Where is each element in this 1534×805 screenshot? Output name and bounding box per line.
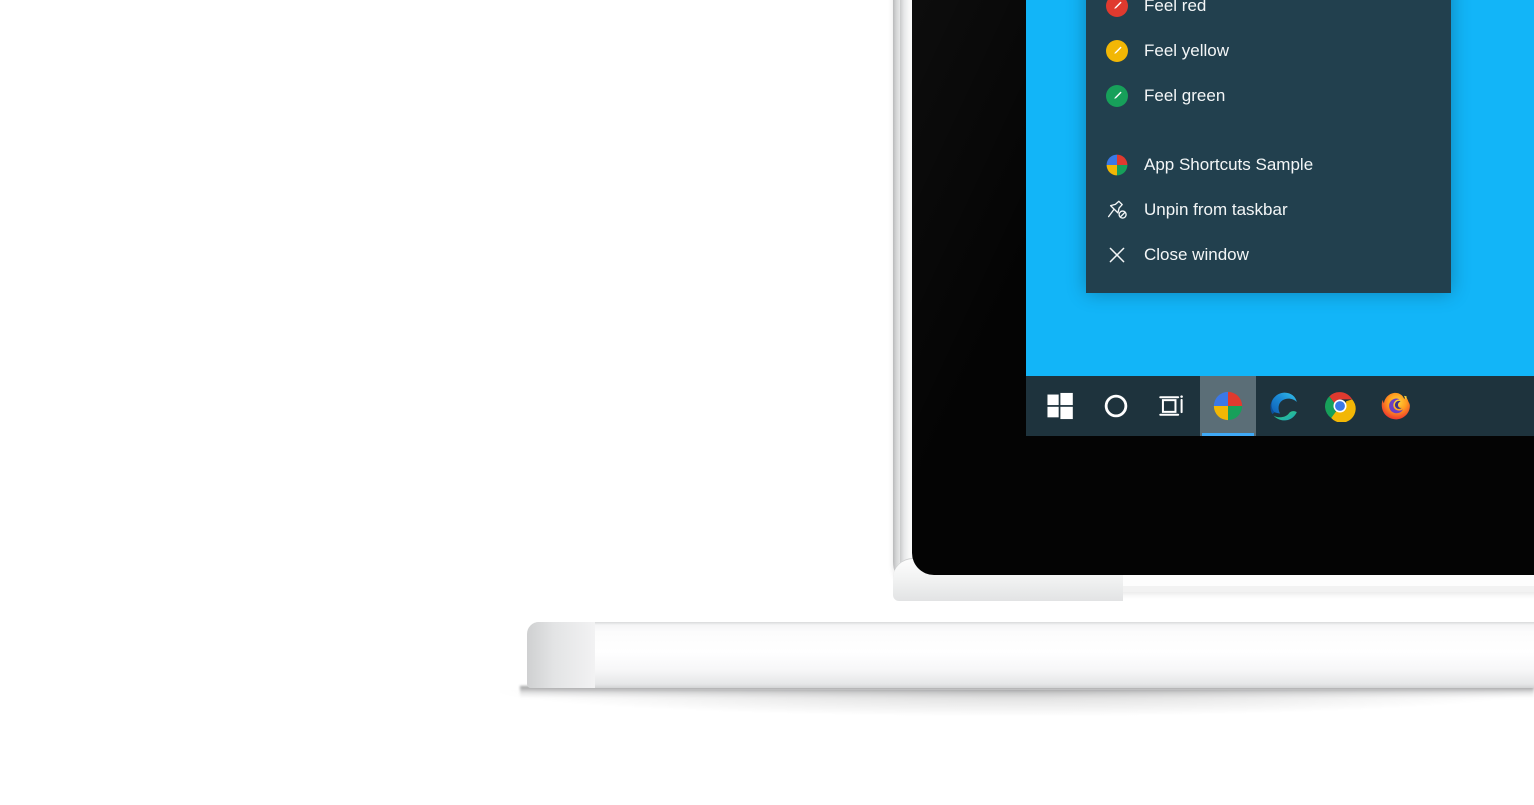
windows-taskbar [1026, 376, 1534, 436]
jumplist-menu: Tasks Feel blue [1086, 0, 1451, 293]
taskbar-button-edge[interactable] [1256, 376, 1312, 436]
laptop-base [527, 622, 1534, 688]
jumplist-separator-space [1086, 118, 1451, 140]
jumplist-item-feel-red[interactable]: Feel red [1086, 0, 1451, 28]
pencil-circle-icon [1104, 38, 1130, 64]
jumplist-item-label: Unpin from taskbar [1144, 199, 1288, 219]
task-view-icon [1159, 395, 1183, 416]
jumplist-item-feel-green[interactable]: Feel green [1086, 73, 1451, 118]
windows-logo-icon [1047, 392, 1073, 420]
jumplist-item-label: Feel yellow [1144, 40, 1230, 60]
jumplist-item-label: Feel green [1144, 85, 1226, 105]
laptop-base-left-face [527, 622, 595, 688]
taskbar-button-app-sample[interactable] [1200, 376, 1256, 436]
jumplist-tasks-group: Feel blue Feel [1086, 0, 1451, 118]
taskbar-button-firefox[interactable] [1368, 376, 1424, 436]
taskbar-button-cortana[interactable] [1088, 376, 1144, 436]
cortana-circle-icon [1104, 394, 1128, 418]
windows-desktop: Tasks Feel blue [1026, 0, 1534, 436]
screenshot-scene: Tasks Feel blue [0, 0, 1534, 805]
taskbar-button-start[interactable] [1032, 376, 1088, 436]
pencil-circle-icon [1104, 0, 1130, 19]
app-pie-icon [1104, 152, 1130, 178]
app-pie-icon [1213, 391, 1243, 421]
taskbar-button-chrome[interactable] [1312, 376, 1368, 436]
jumplist-item-unpin-from-taskbar[interactable]: Unpin from taskbar [1086, 187, 1451, 232]
jumplist-item-label: Feel red [1144, 0, 1207, 15]
jumplist-item-app-shortcuts-sample[interactable]: App Shortcuts Sample [1086, 142, 1451, 187]
microsoft-edge-icon [1270, 392, 1297, 421]
jumplist-item-feel-yellow[interactable]: Feel yellow [1086, 28, 1451, 73]
taskbar-button-task-view[interactable] [1144, 376, 1200, 436]
google-chrome-icon [1325, 392, 1356, 422]
jumplist-actions-group: App Shortcuts Sample Unpin from taskbar … [1086, 140, 1451, 277]
laptop-screen: Tasks Feel blue [1026, 0, 1534, 436]
jumplist-item-label: App Shortcuts Sample [1144, 154, 1314, 174]
laptop-device: Tasks Feel blue [893, 0, 1534, 601]
jumplist-item-label: Close window [1144, 244, 1249, 264]
mozilla-firefox-icon [1381, 392, 1410, 420]
close-x-icon [1104, 242, 1130, 268]
pencil-circle-icon [1104, 83, 1130, 109]
unpin-icon [1104, 197, 1130, 223]
jumplist-item-close-window[interactable]: Close window [1086, 232, 1451, 277]
